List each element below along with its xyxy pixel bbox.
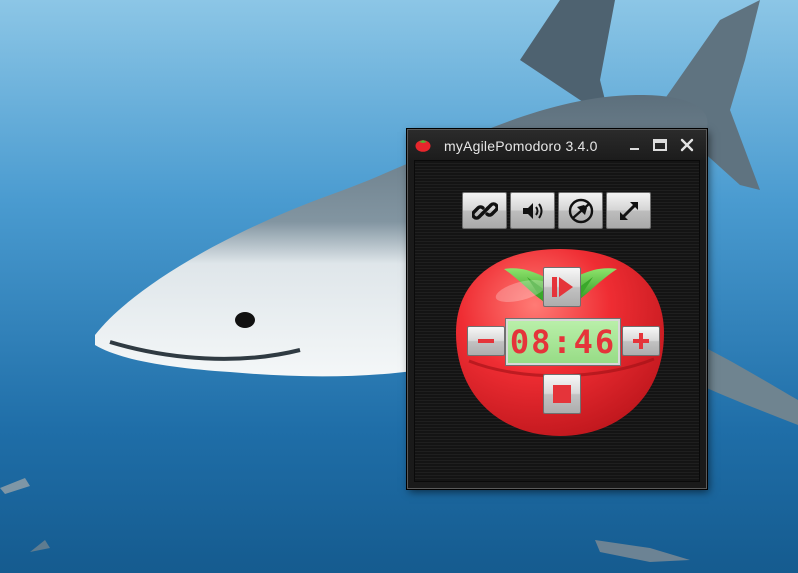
pin-button[interactable]: [558, 192, 603, 229]
window-title: myAgilePomodoro 3.4.0: [444, 138, 598, 154]
minimize-icon: [630, 148, 639, 150]
stop-button[interactable]: [543, 374, 581, 414]
tomato-app-icon: [415, 140, 431, 152]
maximize-button[interactable]: [649, 135, 671, 155]
speaker-icon: [522, 202, 542, 219]
volume-button[interactable]: [510, 192, 555, 229]
minus-icon: [478, 339, 494, 343]
link-button[interactable]: [462, 192, 507, 229]
close-icon: [680, 138, 694, 152]
play-pause-icon: [552, 277, 573, 297]
pin-off-icon: [568, 198, 593, 223]
decrease-time-button[interactable]: [467, 326, 505, 356]
increase-time-button[interactable]: [622, 326, 660, 356]
maximize-icon: [653, 139, 667, 151]
client-area: 08:46: [414, 160, 700, 482]
timer-display: 08:46: [505, 318, 621, 366]
pomodoro-window: myAgilePomodoro 3.4.0 08:46: [407, 129, 707, 489]
plus-icon: [633, 333, 649, 349]
title-bar[interactable]: myAgilePomodoro 3.4.0: [408, 130, 706, 160]
minimize-button[interactable]: [624, 135, 646, 155]
close-button[interactable]: [676, 135, 698, 155]
stop-icon: [553, 385, 571, 403]
resize-arrows-icon: [619, 201, 638, 220]
fullscreen-button[interactable]: [606, 192, 651, 229]
play-pause-button[interactable]: [543, 267, 581, 307]
link-icon: [471, 201, 498, 220]
